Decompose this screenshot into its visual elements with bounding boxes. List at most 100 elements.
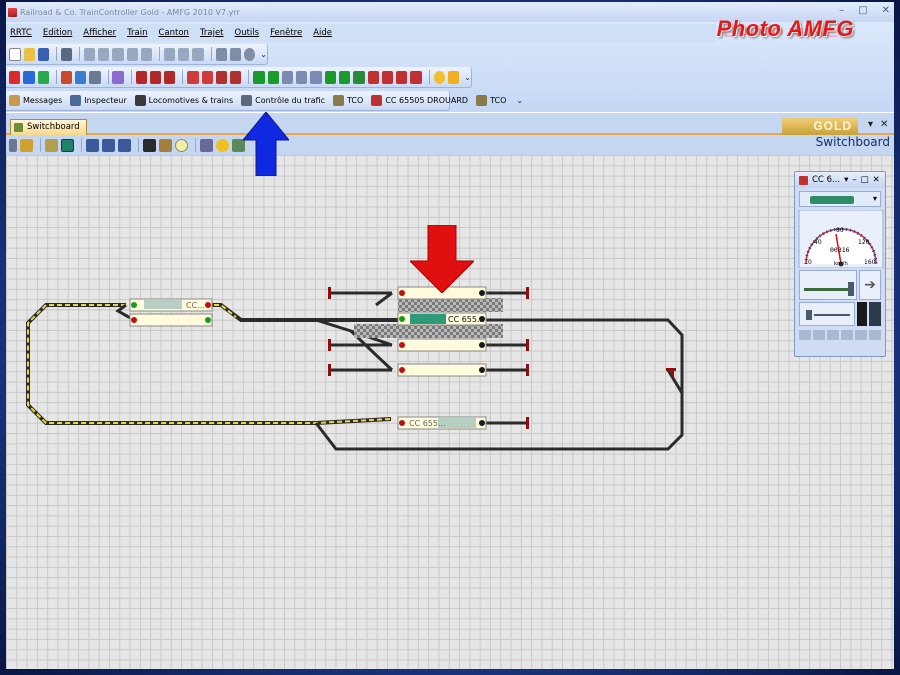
close-document-icon[interactable]: ✕ [880, 119, 888, 130]
toolbar-overflow-icon[interactable]: ⌄ [516, 96, 523, 105]
tab-switchboard[interactable]: Switchboard [10, 119, 87, 135]
block-station-4[interactable] [397, 363, 487, 377]
throttle-minimize-icon[interactable]: – [852, 175, 856, 185]
replace-icon[interactable] [178, 47, 190, 61]
locomotives-button[interactable]: Locomotives & trains [134, 95, 233, 106]
cut-icon[interactable] [112, 47, 124, 61]
brush-icon[interactable] [45, 138, 58, 152]
copy-icon[interactable] [126, 47, 138, 61]
tco-button[interactable]: TCO [333, 95, 363, 106]
auto-mode-icon[interactable] [23, 70, 35, 84]
block-tool-icon[interactable] [159, 138, 172, 152]
pencil-icon[interactable] [20, 138, 33, 152]
lock-icon[interactable] [89, 70, 101, 84]
menu-trajet[interactable]: Trajet [200, 28, 224, 38]
switchboard-grid[interactable]: CC... CC 655... CC 655... [6, 155, 894, 669]
block-icon[interactable] [215, 70, 228, 84]
tools-icon[interactable] [215, 47, 227, 61]
tool-c-icon[interactable] [310, 70, 322, 84]
menu-train[interactable]: Train [127, 28, 147, 38]
loco-dropdown-icon[interactable]: ▾ [873, 194, 877, 203]
emoji-tool-icon[interactable] [216, 138, 229, 152]
block-2-icon[interactable] [230, 70, 242, 84]
brake-slider[interactable] [799, 302, 855, 326]
copy-block-icon[interactable] [381, 70, 394, 84]
signal-tool-icon[interactable] [143, 138, 156, 152]
edit-mode-icon[interactable] [75, 70, 87, 84]
throttle-close-icon[interactable]: ✕ [873, 175, 880, 185]
settings-icon[interactable] [229, 47, 241, 61]
signal-icon[interactable] [135, 70, 147, 84]
clock-icon[interactable] [433, 70, 445, 84]
find-icon[interactable] [163, 47, 176, 61]
toolbar-overflow-icon[interactable]: ⌄ [260, 50, 267, 59]
pen-icon[interactable] [112, 70, 124, 84]
copy-block-3-icon[interactable] [410, 70, 422, 84]
direction-arrow-icon[interactable]: ➔ [859, 270, 881, 300]
signal-2-icon[interactable] [149, 70, 162, 84]
menu-afficher[interactable]: Afficher [83, 28, 116, 38]
pointer-icon[interactable] [9, 138, 17, 152]
menu-rrtc[interactable]: RRTC [10, 28, 32, 38]
properties-icon[interactable] [192, 47, 204, 61]
redo-icon[interactable] [98, 47, 110, 61]
tool-a-icon[interactable] [281, 70, 294, 84]
tool-d-icon[interactable] [324, 70, 336, 84]
maximize-icon[interactable]: □ [858, 5, 867, 16]
color-picker-icon[interactable] [61, 138, 74, 152]
help-icon[interactable] [244, 47, 256, 61]
signal-3-icon[interactable] [164, 70, 176, 84]
emergency-stop-icon[interactable] [9, 70, 21, 84]
cc65505-button[interactable]: CC 65505 DROUARD [371, 95, 468, 106]
text-tool-icon[interactable] [200, 138, 213, 152]
turnout-2-icon[interactable] [267, 70, 279, 84]
undo-icon[interactable] [83, 47, 96, 61]
minimize-icon[interactable]: – [839, 5, 844, 16]
traffic-control-button[interactable]: Contrôle du trafic [241, 95, 325, 106]
new-file-icon[interactable] [9, 47, 21, 61]
inspector-button[interactable]: Inspecteur [70, 95, 127, 106]
junction-tool-icon[interactable] [118, 138, 131, 152]
tool-b-icon[interactable] [296, 70, 308, 84]
hand-icon[interactable] [447, 70, 460, 84]
menu-aide[interactable]: Aide [313, 28, 332, 38]
throttle-loco-selector[interactable]: ▾ [799, 191, 881, 207]
save-icon[interactable] [37, 47, 49, 61]
curve-tool-icon[interactable] [102, 138, 115, 152]
delete-block-icon[interactable] [201, 70, 213, 84]
speed-slider-thumb[interactable] [848, 282, 854, 296]
text-a-icon[interactable] [353, 70, 365, 84]
menu-fenetre[interactable]: Fenêtre [270, 28, 302, 38]
throttle-window[interactable]: CC 6... ▾ – □ ✕ ▾ 0 40 80 120 160 00316 … [794, 171, 886, 357]
menu-canton[interactable]: Canton [158, 28, 188, 38]
close-icon[interactable]: ✕ [882, 5, 890, 16]
hourglass-icon[interactable] [60, 70, 72, 84]
function-button[interactable] [827, 330, 839, 340]
speed-slider[interactable] [799, 270, 857, 300]
brake-slider-thumb[interactable] [806, 310, 812, 320]
line-tool-icon[interactable] [86, 138, 99, 152]
block-station-3[interactable] [397, 338, 487, 352]
function-button[interactable] [813, 330, 825, 340]
print-icon[interactable] [60, 47, 73, 61]
menu-outils[interactable]: Outils [235, 28, 260, 38]
function-button[interactable] [799, 330, 811, 340]
dropdown-icon[interactable]: ▾ [868, 119, 873, 130]
go-icon[interactable] [37, 70, 49, 84]
function-button[interactable] [869, 330, 881, 340]
text-b-icon[interactable] [367, 70, 379, 84]
throttle-dropdown-icon[interactable]: ▾ [844, 175, 848, 185]
copy-block-2-icon[interactable] [396, 70, 408, 84]
turnout-icon[interactable] [253, 70, 265, 84]
menu-edition[interactable]: Edition [43, 28, 72, 38]
open-folder-icon[interactable] [23, 47, 35, 61]
indicator-tool-icon[interactable] [175, 138, 188, 152]
function-button[interactable] [841, 330, 853, 340]
function-button[interactable] [855, 330, 867, 340]
tco-2-button[interactable]: TCO [476, 95, 506, 106]
toolbar-overflow-icon[interactable]: ⌄ [464, 73, 471, 82]
delete-route-icon[interactable] [187, 70, 199, 84]
tool-e-icon[interactable] [339, 70, 351, 84]
paste-icon[interactable] [140, 47, 153, 61]
throttle-maximize-icon[interactable]: □ [861, 175, 869, 185]
